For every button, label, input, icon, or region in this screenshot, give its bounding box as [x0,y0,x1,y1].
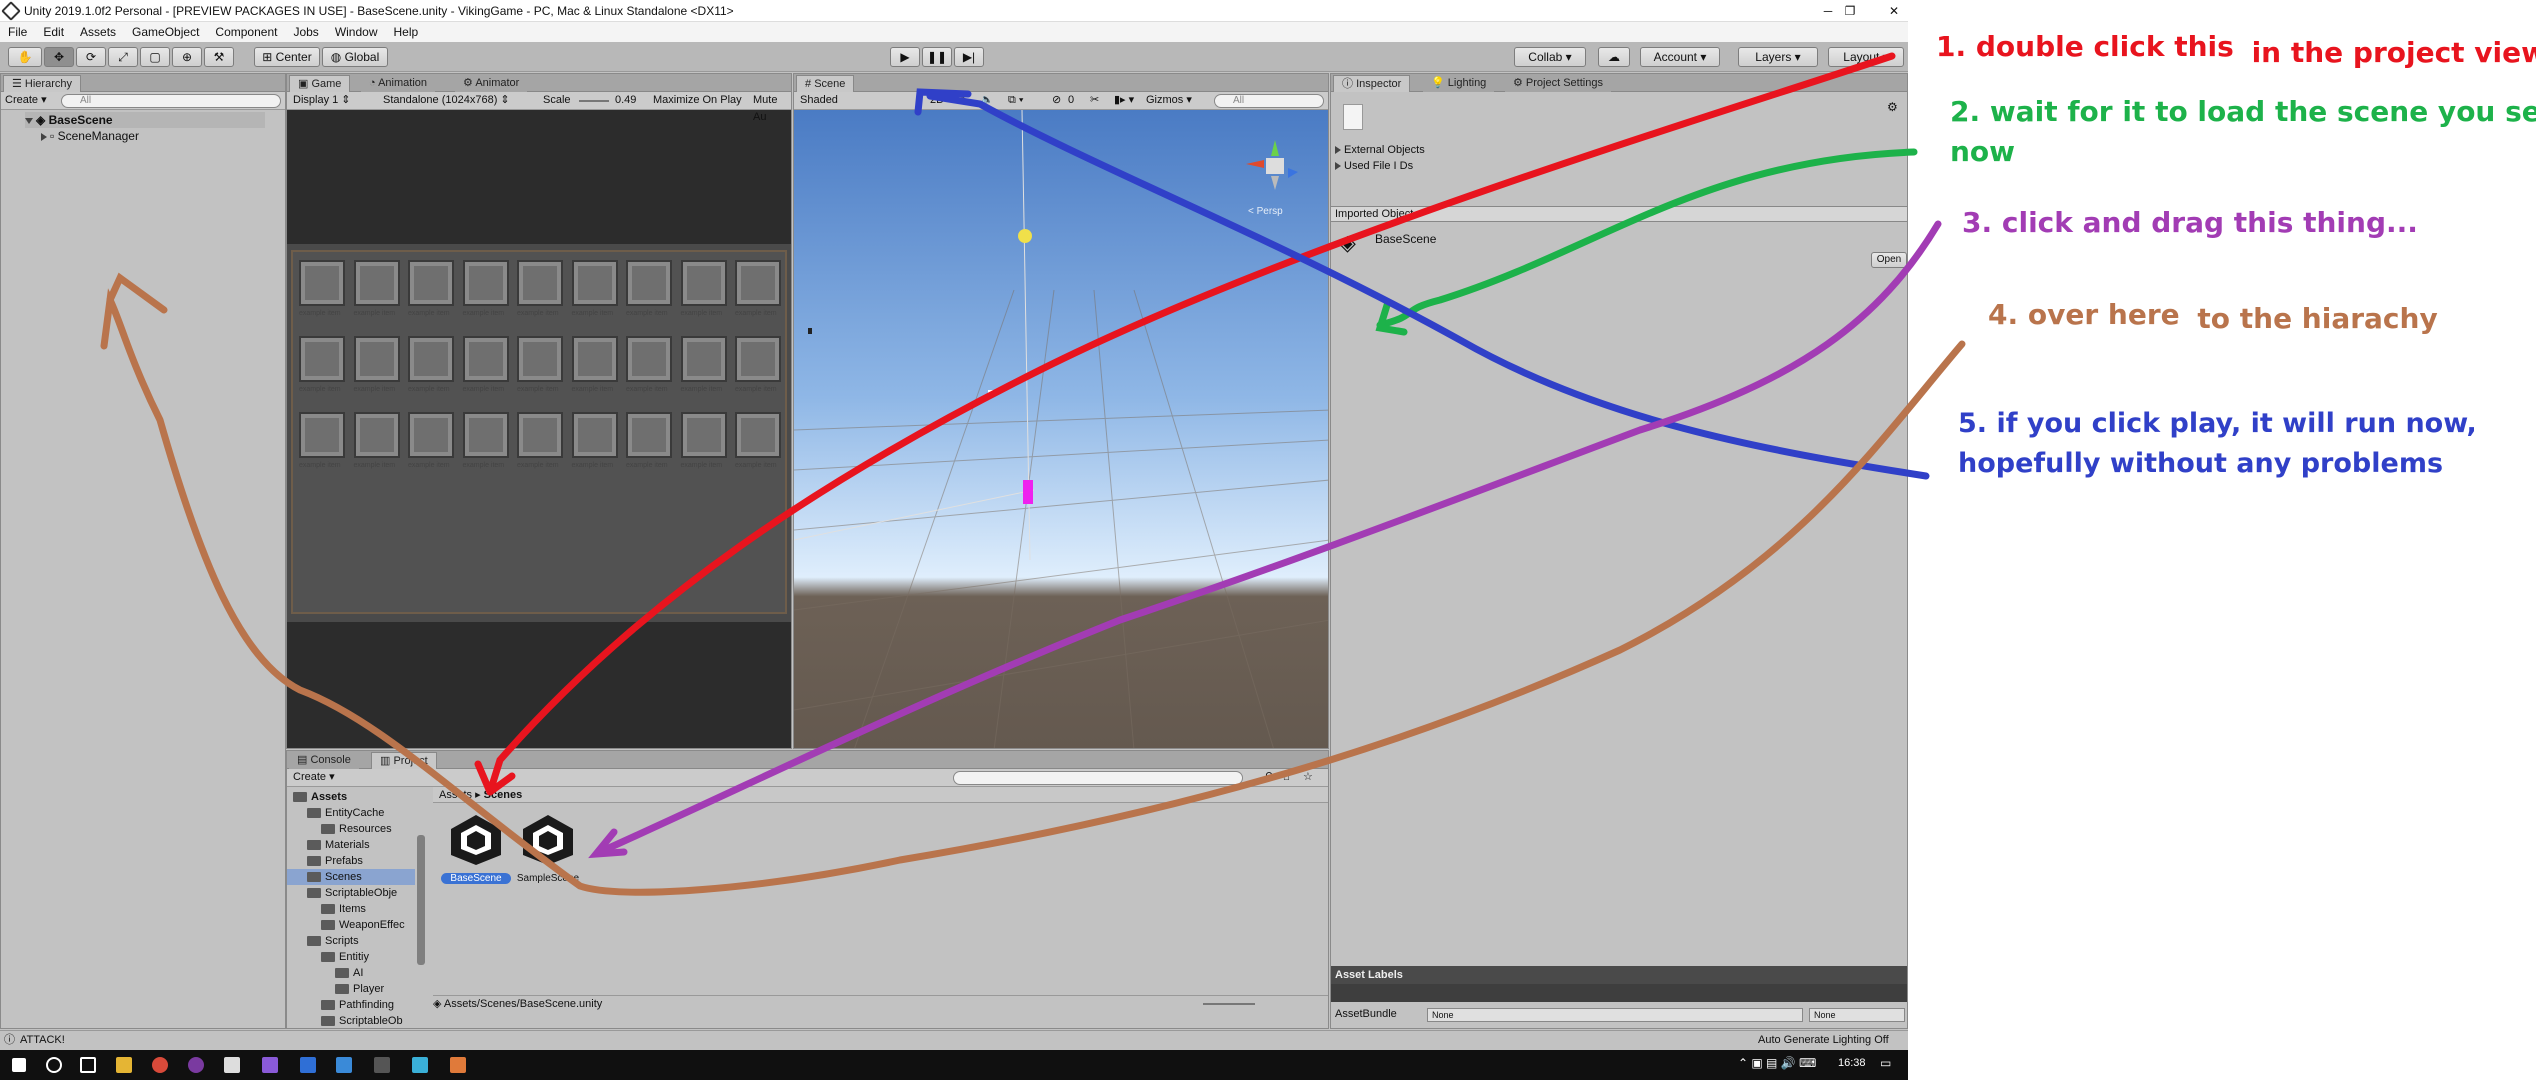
annotation-step-4-extra: to the hiarachy [2197,302,2438,335]
annotation-step-2-extra: now [1950,135,2016,168]
annotation-step-5-extra: hopefully without any problems [1958,448,2444,479]
annotation-step-1: 1. double click this in the project view [1936,30,2536,69]
annotation-step-3: 3. click and drag this thing... [1962,206,2418,239]
annotation-step-5: 5. if you click play, it will run now, h… [1958,404,2477,484]
annotation-step-1-text: 1. double click this [1936,30,2234,63]
brown-arrow [100,288,1966,896]
annotation-step-4-text: 4. over here [1988,298,2180,331]
annotation-step-2-text: 2. wait for it to load the scene you see [1950,95,2536,128]
green-arrow [1376,148,1918,329]
brown-arrowhead [106,272,168,314]
purple-arrow [596,220,1942,856]
annotation-step-4: 4. over here to the hiarachy [1988,298,2438,335]
annotation-step-5-text: 5. if you click play, it will run now, [1958,408,2477,439]
annotation-step-2: 2. wait for it to load the scene you see… [1950,92,2536,172]
blue-arrow [926,92,1930,480]
red-arrow [486,52,1896,796]
annotation-step-1-extra: in the project view [2251,36,2536,69]
annotation-step-3-text: 3. click and drag this thing... [1962,206,2418,239]
